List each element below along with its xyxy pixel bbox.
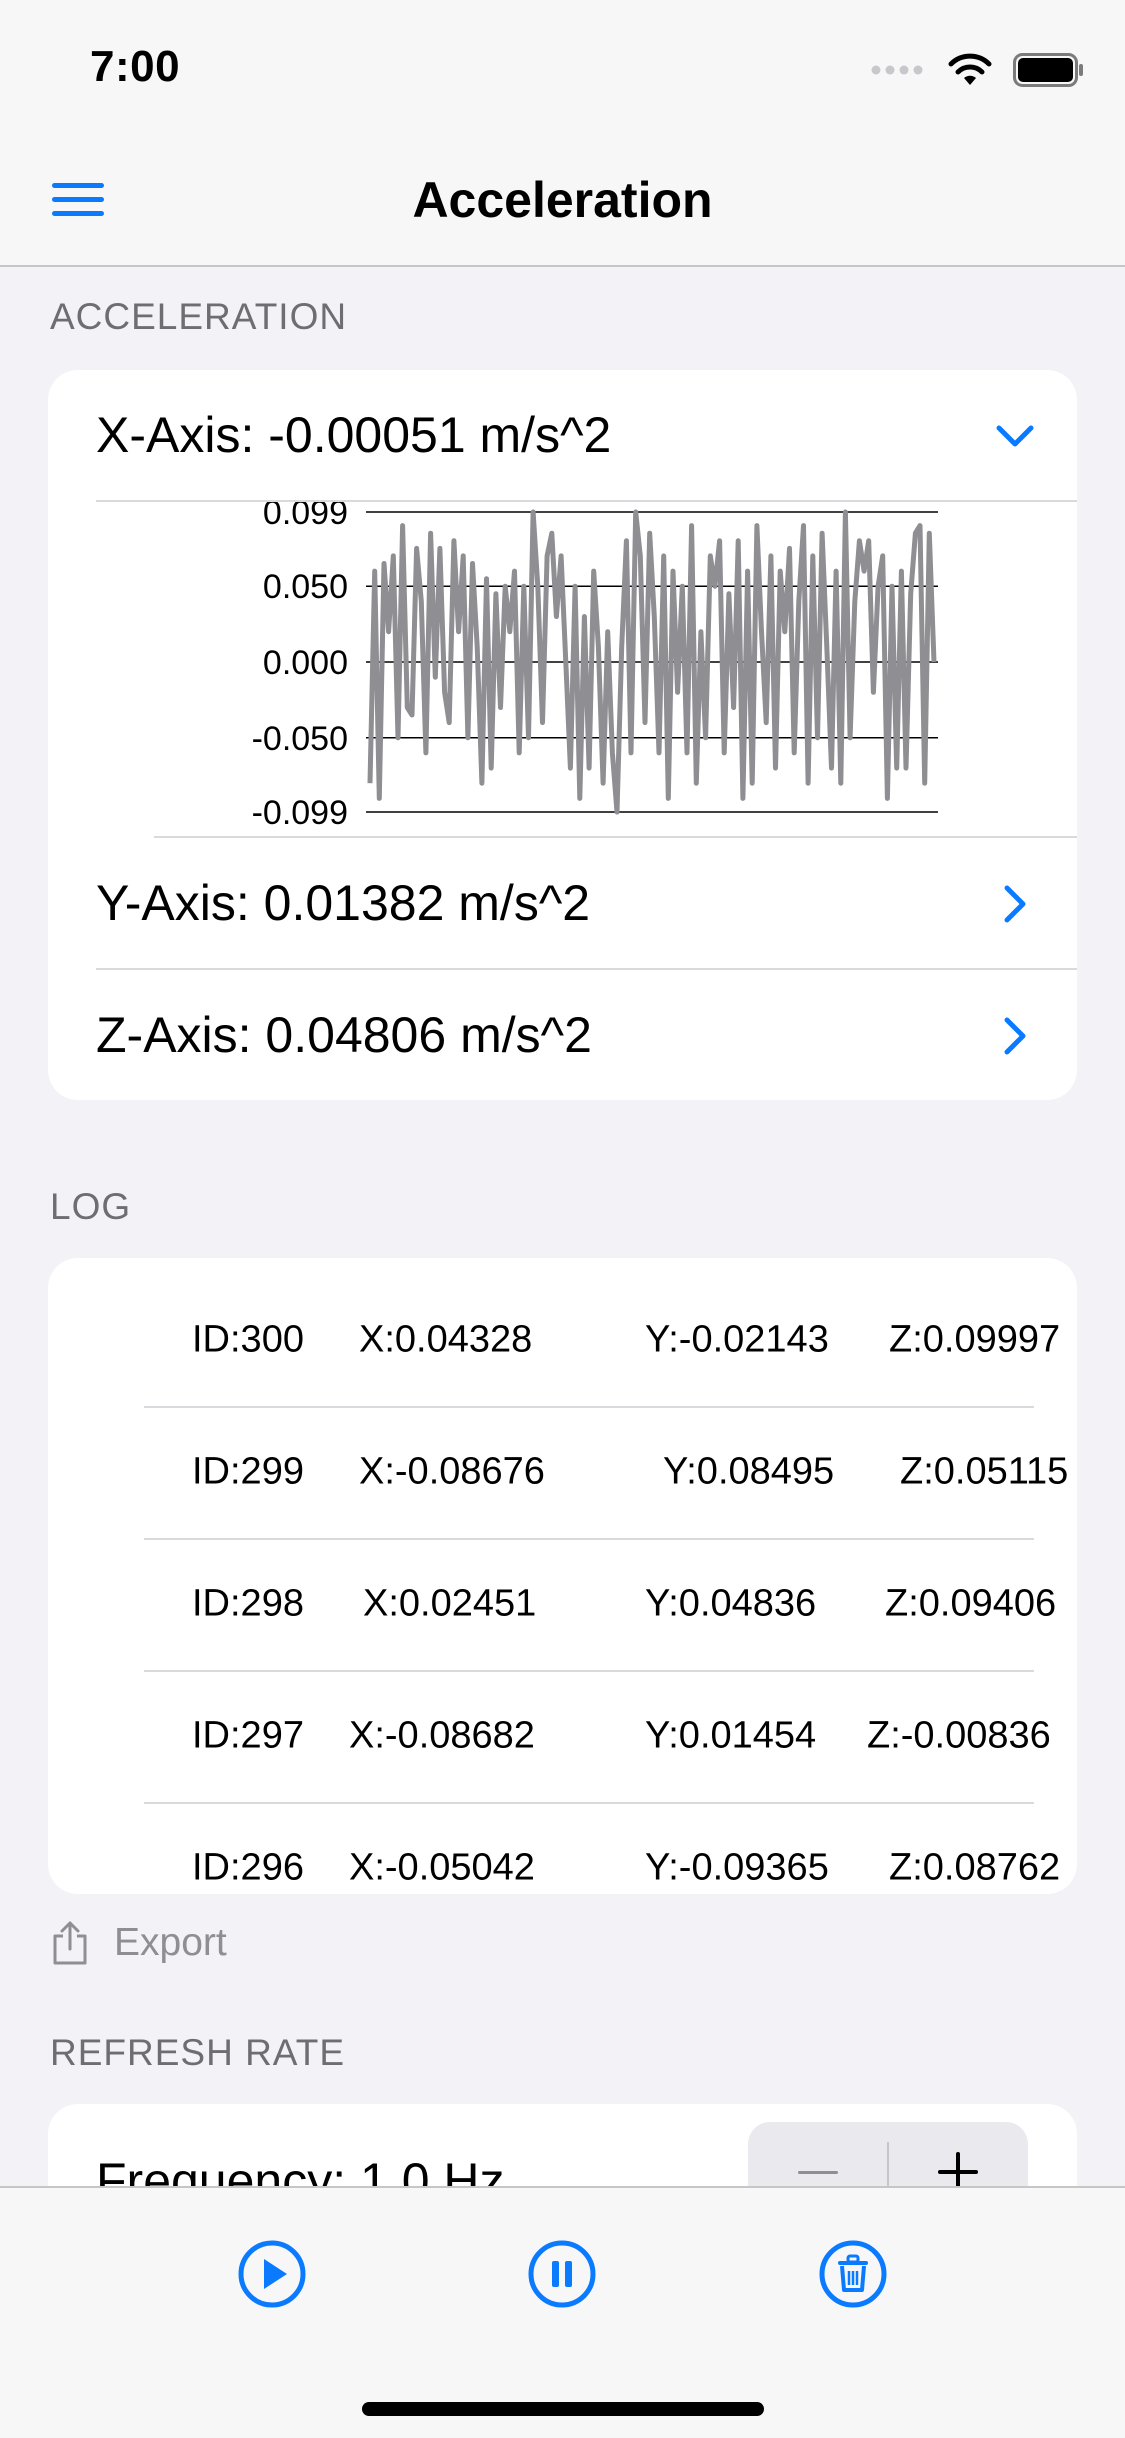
log-separator xyxy=(144,1406,1034,1408)
log-x: X:0.04328 xyxy=(359,1318,533,1361)
status-time: 7:00 xyxy=(90,42,181,91)
acceleration-card: X-Axis: -0.00051 m/s^2 0.099 0.050 0.000 -0… xyxy=(48,370,1077,1100)
log-id: ID:298 xyxy=(192,1582,304,1625)
trash-icon[interactable] xyxy=(817,2238,889,2310)
log-x: X:0.02451 xyxy=(363,1582,537,1625)
log-row: ID:300 X:0.04328 Y:-0.02143 Z:0.09997 xyxy=(144,1280,1060,1412)
section-header-log: LOG xyxy=(50,1186,132,1227)
y-tick-label: -0.099 xyxy=(252,794,348,832)
log-separator xyxy=(144,1670,1034,1672)
battery-icon xyxy=(1013,53,1083,87)
y-tick-label: 0.000 xyxy=(263,644,348,682)
page-title: Acceleration xyxy=(412,172,713,228)
log-id: ID:296 xyxy=(192,1846,304,1889)
log-z: Z:0.09997 xyxy=(889,1318,1061,1361)
export-button[interactable]: Export xyxy=(50,1920,227,1966)
log-x: X:-0.08676 xyxy=(359,1450,545,1493)
minus-button[interactable] xyxy=(796,2158,840,2186)
log-card[interactable]: ID:300 X:0.04328 Y:-0.02143 Z:0.09997 ID… xyxy=(48,1258,1077,1894)
export-label: Export xyxy=(114,1921,227,1964)
x-axis-row[interactable]: X-Axis: -0.00051 m/s^2 xyxy=(48,370,1077,502)
log-row: ID:299 X:-0.08676 Y:0.08495 Z:0.05115 xyxy=(144,1412,1068,1544)
signal-icon xyxy=(871,65,923,75)
log-y: Y:-0.09365 xyxy=(645,1846,829,1889)
status-bar: 7:00 xyxy=(0,0,1125,135)
log-z: Z:0.05115 xyxy=(900,1450,1069,1493)
bottom-toolbar xyxy=(0,2186,1125,2438)
log-x: X:-0.08682 xyxy=(349,1714,535,1757)
y-axis-row[interactable]: Y-Axis: 0.01382 m/s^2 xyxy=(48,838,1077,970)
log-z: Z:0.08762 xyxy=(889,1846,1061,1889)
chevron-down-icon xyxy=(996,425,1034,447)
section-header-acceleration: ACCELERATION xyxy=(50,296,348,337)
z-axis-label: Z-Axis: 0.04806 m/s^2 xyxy=(96,1007,592,1063)
chevron-right-icon xyxy=(1004,885,1026,923)
log-row: ID:297 X:-0.08682 Y:0.01454 Z:-0.00836 xyxy=(144,1676,1051,1808)
log-y: Y:0.04836 xyxy=(645,1582,817,1625)
log-y: Y:0.01454 xyxy=(645,1714,817,1757)
log-id: ID:300 xyxy=(192,1318,304,1361)
log-y: Y:0.08495 xyxy=(663,1450,835,1493)
share-icon xyxy=(53,1921,87,1965)
y-tick-label: 0.099 xyxy=(263,502,348,532)
x-axis-label: X-Axis: -0.00051 m/s^2 xyxy=(96,407,612,463)
log-y: Y:-0.02143 xyxy=(645,1318,829,1361)
log-separator xyxy=(144,1802,1034,1804)
log-row: ID:296 X:-0.05042 Y:-0.09365 Z:0.08762 xyxy=(144,1808,1060,1894)
section-header-refresh-rate: REFRESH RATE xyxy=(50,2032,346,2073)
y-axis-label: Y-Axis: 0.01382 m/s^2 xyxy=(96,875,591,931)
y-tick-label: 0.050 xyxy=(263,568,348,606)
wifi-icon xyxy=(948,53,992,85)
pause-icon[interactable] xyxy=(526,2238,598,2310)
play-icon[interactable] xyxy=(236,2238,308,2310)
log-x: X:-0.05042 xyxy=(349,1846,535,1889)
navigation-bar: Acceleration xyxy=(0,135,1125,267)
x-axis-chart: 0.099 0.050 0.000 -0.050 -0.099 xyxy=(252,502,938,832)
z-axis-row[interactable]: Z-Axis: 0.04806 m/s^2 xyxy=(48,970,1077,1100)
log-row: ID:298 X:0.02451 Y:0.04836 Z:0.09406 xyxy=(144,1544,1056,1676)
y-tick-label: -0.050 xyxy=(252,720,348,758)
log-z: Z:-0.00836 xyxy=(867,1714,1051,1757)
chevron-right-icon xyxy=(1004,1017,1026,1055)
log-separator xyxy=(144,1538,1034,1540)
status-icons xyxy=(871,50,1085,90)
home-indicator xyxy=(362,2402,764,2416)
log-z: Z:0.09406 xyxy=(885,1582,1057,1625)
log-id: ID:299 xyxy=(192,1450,304,1493)
log-id: ID:297 xyxy=(192,1714,304,1757)
